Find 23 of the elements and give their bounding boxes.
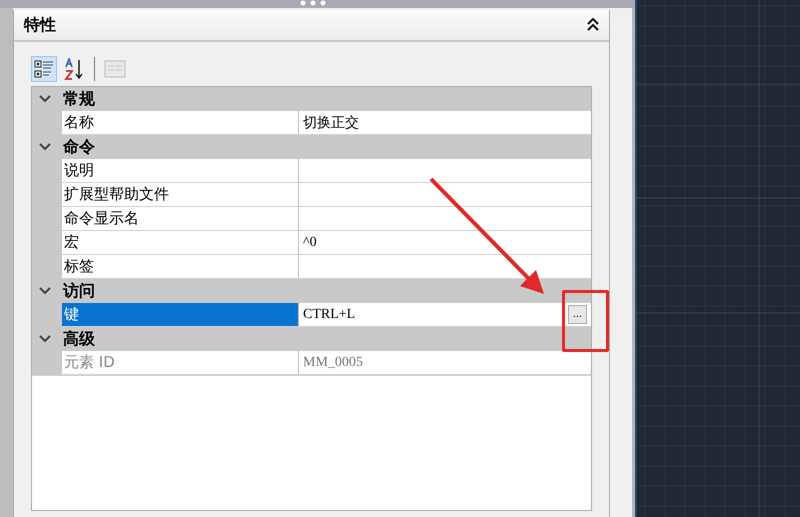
property-value: CTRL+L: [303, 306, 356, 322]
property-name[interactable]: 宏: [62, 231, 299, 255]
property-name[interactable]: 命令显示名: [62, 207, 299, 231]
categorized-view-icon[interactable]: [31, 56, 57, 82]
grip-icon[interactable]: [298, 0, 328, 6]
collapse-icon[interactable]: [587, 18, 599, 32]
category-label[interactable]: 命令: [63, 136, 95, 158]
category-label[interactable]: 高级: [63, 328, 95, 350]
collapse-chevron-icon[interactable]: [39, 287, 51, 295]
browse-button[interactable]: ...: [568, 305, 587, 324]
property-value: 切换正交: [303, 114, 359, 132]
property-value: ^0: [303, 234, 317, 250]
property-value: MM_0005: [303, 354, 363, 370]
property-name[interactable]: 键: [62, 303, 299, 327]
panel-title: 特性: [24, 14, 56, 36]
category-label[interactable]: 常规: [63, 88, 95, 110]
highlight-frame: [562, 290, 609, 352]
property-name[interactable]: 扩展型帮助文件: [62, 183, 299, 207]
collapse-chevron-icon[interactable]: [39, 95, 51, 103]
category-label[interactable]: 访问: [63, 280, 95, 302]
property-name[interactable]: 说明: [62, 159, 299, 183]
collapse-chevron-icon[interactable]: [39, 143, 51, 151]
collapse-chevron-icon[interactable]: [39, 335, 51, 343]
